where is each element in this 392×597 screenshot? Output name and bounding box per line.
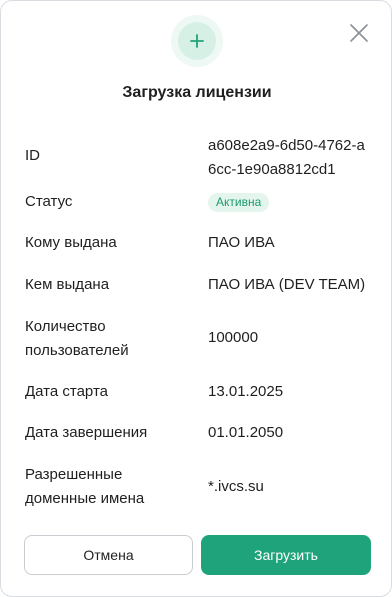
plus-icon <box>190 34 204 48</box>
domains-label: Разрешенные доменные имена <box>25 466 145 507</box>
upload-button[interactable]: Загрузить <box>201 535 371 575</box>
start-date-label: Дата старта <box>25 383 108 400</box>
end-date-value: 01.01.2050 <box>208 424 284 441</box>
issued-to-value: ПАО ИВА <box>208 234 275 251</box>
header-icon-halo <box>171 15 223 67</box>
dialog-title: Загрузка лицензии <box>122 84 272 101</box>
id-label: ID <box>25 147 40 164</box>
header-icon-circle <box>178 22 216 60</box>
close-button[interactable] <box>347 21 371 45</box>
issued-to-label: Кому выдана <box>25 234 117 251</box>
close-icon <box>350 24 368 42</box>
users-count-label: Количество пользователей <box>25 318 129 359</box>
issued-by-label: Кем выдана <box>25 276 110 293</box>
start-date-value: 13.01.2025 <box>208 383 284 400</box>
users-count-value: 100000 <box>208 329 259 346</box>
id-value: a608e2a9-6d50-4762-a6cc-1e90a8812cd1 <box>208 137 365 178</box>
status-label: Статус <box>25 193 73 210</box>
domains-value: *.ivcs.su <box>208 478 264 495</box>
issued-by-value: ПАО ИВА (DEV TEAM) <box>208 276 366 293</box>
status-badge: Активна <box>208 193 270 212</box>
end-date-label: Дата завершения <box>25 424 148 441</box>
cancel-button[interactable]: Отмена <box>24 535 193 575</box>
license-upload-dialog: Загрузка лицензии ID a608e2a9-6d50-4762-… <box>0 0 392 597</box>
